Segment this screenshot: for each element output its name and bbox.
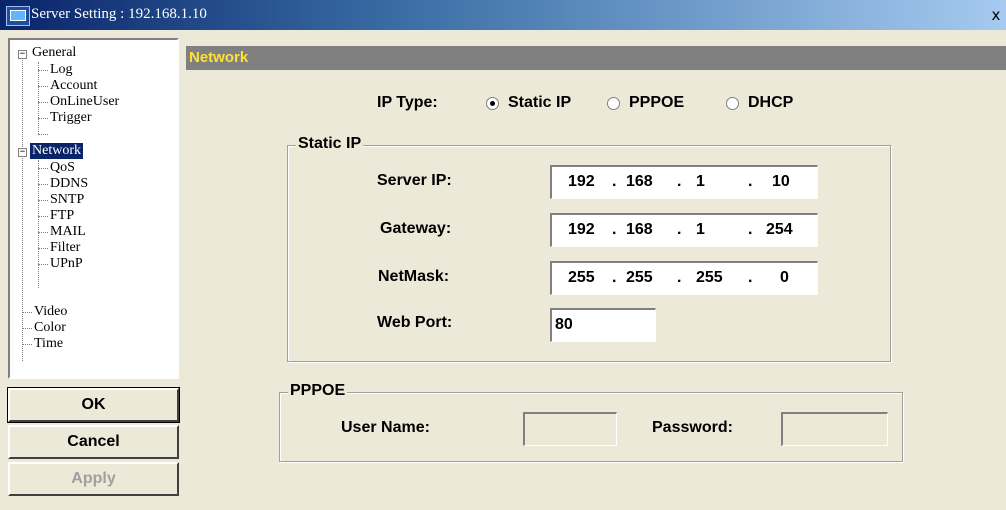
ok-button[interactable]: OK [7, 387, 180, 423]
gateway-octet-4: 254 [766, 221, 793, 238]
tree-item-qos[interactable]: QoS [50, 160, 75, 176]
web-port-field[interactable]: 80 [550, 308, 656, 342]
cancel-button[interactable]: Cancel [8, 425, 179, 459]
tree-item-filter[interactable]: Filter [50, 240, 80, 256]
netmask-octet-3: 255 [696, 269, 723, 286]
ip-dot: . [748, 221, 753, 238]
static-ip-radio[interactable] [486, 97, 499, 110]
tree-item-general[interactable]: General [32, 45, 76, 61]
user-name-label: User Name: [341, 419, 430, 436]
server-ip-octet-4: 10 [772, 173, 790, 190]
settings-tree[interactable]: − General Log Account OnLineUser Trigger… [8, 38, 179, 379]
tree-item-account[interactable]: Account [50, 78, 97, 94]
panel-title: Network [189, 49, 249, 66]
app-icon [6, 6, 30, 26]
tree-item-ftp[interactable]: FTP [50, 208, 74, 224]
dhcp-radio[interactable] [726, 97, 739, 110]
tree-item-video[interactable]: Video [34, 304, 67, 320]
gateway-octet-3: 1 [696, 221, 705, 238]
server-ip-octet-2: 168 [626, 173, 653, 190]
panel-header: Network [186, 46, 1006, 70]
netmask-label: NetMask: [378, 268, 450, 285]
server-ip-label: Server IP: [377, 172, 452, 189]
netmask-octet-2: 255 [626, 269, 653, 286]
ip-dot: . [748, 269, 753, 286]
ip-dot: . [612, 221, 617, 238]
ip-dot: . [677, 173, 682, 190]
pppoe-group-title: PPPOE [288, 382, 348, 400]
static-ip-option-label[interactable]: Static IP [508, 94, 571, 112]
ip-dot: . [748, 173, 753, 190]
server-ip-field[interactable]: 192 . 168 . 1 . 10 [550, 165, 818, 199]
tree-item-ddns[interactable]: DDNS [50, 176, 88, 192]
pppoe-option-label[interactable]: PPPOE [629, 94, 684, 112]
tree-item-mail[interactable]: MAIL [50, 224, 86, 240]
password-label: Password: [652, 419, 733, 436]
gateway-field[interactable]: 192 . 168 . 1 . 254 [550, 213, 818, 247]
tree-item-onlineuser[interactable]: OnLineUser [50, 94, 119, 110]
ip-dot: . [677, 269, 682, 286]
web-port-label: Web Port: [377, 314, 453, 331]
title-bar: Server Setting : 192.168.1.10 x [0, 0, 1006, 30]
gateway-octet-2: 168 [626, 221, 653, 238]
netmask-field[interactable]: 255 . 255 . 255 . 0 [550, 261, 818, 295]
tree-item-color[interactable]: Color [34, 320, 66, 336]
close-icon[interactable]: x [986, 2, 1006, 28]
window-title: Server Setting : 192.168.1.10 [31, 6, 207, 22]
collapse-icon-network[interactable]: − [18, 148, 27, 157]
collapse-icon-general[interactable]: − [18, 50, 27, 59]
gateway-label: Gateway: [380, 220, 452, 237]
user-name-field[interactable] [523, 412, 617, 446]
tree-item-log[interactable]: Log [50, 62, 73, 78]
tree-item-upnp[interactable]: UPnP [50, 256, 83, 272]
dhcp-option-label[interactable]: DHCP [748, 94, 793, 112]
ip-dot: . [677, 221, 682, 238]
pppoe-radio[interactable] [607, 97, 620, 110]
tree-item-sntp[interactable]: SNTP [50, 192, 84, 208]
ip-dot: . [612, 269, 617, 286]
tree-item-network[interactable]: Network [30, 143, 83, 159]
server-ip-octet-3: 1 [696, 173, 705, 190]
ip-type-label: IP Type: [377, 94, 438, 111]
server-ip-octet-1: 192 [568, 173, 595, 190]
tree-item-trigger[interactable]: Trigger [50, 110, 92, 126]
web-port-value: 80 [555, 316, 573, 333]
gateway-octet-1: 192 [568, 221, 595, 238]
tree-item-time[interactable]: Time [34, 336, 63, 352]
static-ip-group-title: Static IP [296, 135, 364, 153]
apply-button[interactable]: Apply [8, 462, 179, 496]
netmask-octet-1: 255 [568, 269, 595, 286]
netmask-octet-4: 0 [780, 269, 789, 286]
password-field[interactable] [781, 412, 888, 446]
ip-dot: . [612, 173, 617, 190]
